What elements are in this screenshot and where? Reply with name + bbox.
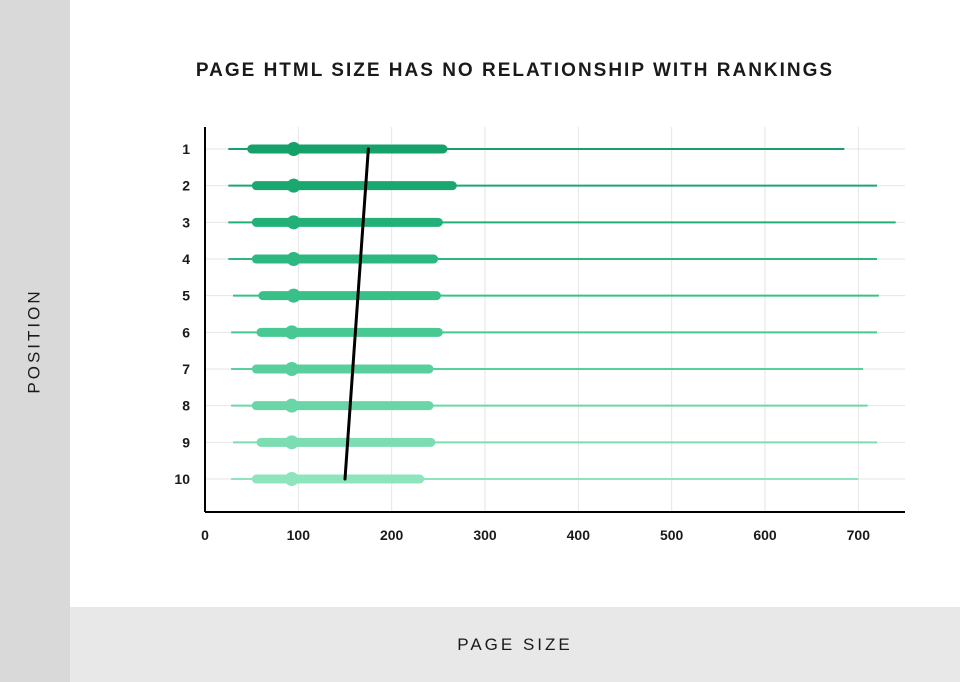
- svg-text:1: 1: [182, 141, 190, 157]
- svg-text:500: 500: [660, 527, 684, 543]
- svg-text:5: 5: [182, 288, 190, 304]
- y-axis-label: POSITION: [25, 288, 44, 393]
- x-axis-label: PAGE SIZE: [457, 635, 573, 655]
- boxplot-chart: 0 100 200 300 400 500 600 700 1 2 3 4 5 6 7 8 9 10: [140, 112, 920, 562]
- svg-text:300: 300: [473, 527, 497, 543]
- svg-text:6: 6: [182, 324, 190, 340]
- svg-text:4: 4: [182, 251, 190, 267]
- svg-text:7: 7: [182, 361, 190, 377]
- svg-text:700: 700: [847, 527, 871, 543]
- main-chart-area: PAGE HTML SIZE HAS NO RELATIONSHIP WITH …: [70, 0, 960, 682]
- chart-container: 0 100 200 300 400 500 600 700 1 2 3 4 5 6 7 8 9 10: [70, 112, 960, 607]
- svg-text:200: 200: [380, 527, 404, 543]
- svg-text:3: 3: [182, 214, 190, 230]
- svg-text:9: 9: [182, 434, 190, 450]
- chart-title: PAGE HTML SIZE HAS NO RELATIONSHIP WITH …: [70, 60, 960, 82]
- y-axis-label-sidebar: POSITION: [0, 0, 70, 682]
- svg-text:0: 0: [201, 527, 209, 543]
- svg-text:2: 2: [182, 178, 190, 194]
- svg-text:8: 8: [182, 398, 190, 414]
- x-axis-label-bar: PAGE SIZE: [70, 607, 960, 682]
- svg-text:10: 10: [174, 471, 190, 487]
- svg-text:600: 600: [753, 527, 777, 543]
- svg-text:400: 400: [567, 527, 591, 543]
- svg-text:100: 100: [287, 527, 311, 543]
